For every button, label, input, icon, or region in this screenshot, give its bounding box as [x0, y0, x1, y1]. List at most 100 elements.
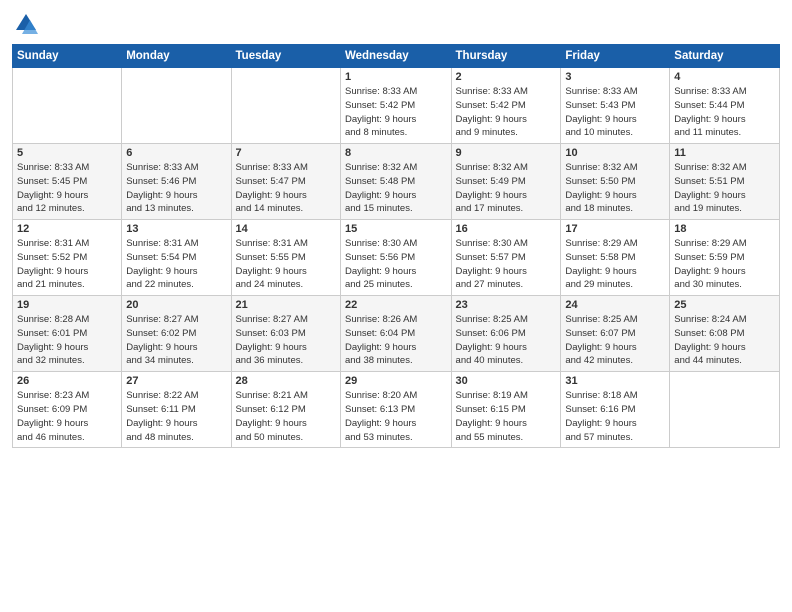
day-number-30: 30 — [456, 375, 557, 387]
day-info-6: Sunrise: 8:33 AMSunset: 5:46 PMDaylight:… — [126, 161, 226, 216]
day-info-21: Sunrise: 8:27 AMSunset: 6:03 PMDaylight:… — [236, 313, 336, 368]
empty-cell — [13, 68, 122, 144]
day-cell-22: 22 Sunrise: 8:26 AMSunset: 6:04 PMDayligh… — [340, 296, 451, 372]
weekday-sunday: Sunday — [13, 45, 122, 68]
day-info-23: Sunrise: 8:25 AMSunset: 6:06 PMDaylight:… — [456, 313, 557, 368]
day-cell-14: 14 Sunrise: 8:31 AMSunset: 5:55 PMDayligh… — [231, 220, 340, 296]
day-info-11: Sunrise: 8:32 AMSunset: 5:51 PMDaylight:… — [674, 161, 775, 216]
day-info-27: Sunrise: 8:22 AMSunset: 6:11 PMDaylight:… — [126, 389, 226, 444]
day-number-10: 10 — [565, 147, 665, 159]
day-number-23: 23 — [456, 299, 557, 311]
day-info-18: Sunrise: 8:29 AMSunset: 5:59 PMDaylight:… — [674, 237, 775, 292]
day-cell-23: 23 Sunrise: 8:25 AMSunset: 6:06 PMDayligh… — [451, 296, 561, 372]
page: SundayMondayTuesdayWednesdayThursdayFrid… — [0, 0, 792, 612]
day-info-10: Sunrise: 8:32 AMSunset: 5:50 PMDaylight:… — [565, 161, 665, 216]
day-cell-28: 28Sunrise: 8:21 AMSunset: 6:12 PMDayligh… — [231, 372, 340, 448]
week-row-5: 26 Sunrise: 8:23 AMSunset: 6:09 PMDayligh… — [13, 372, 780, 448]
day-number-1: 1 — [345, 71, 447, 83]
day-cell-17: 17 Sunrise: 8:29 AMSunset: 5:58 PMDayligh… — [561, 220, 670, 296]
day-number-17: 17 — [565, 223, 665, 235]
day-info-25: Sunrise: 8:24 AMSunset: 6:08 PMDaylight:… — [674, 313, 775, 368]
day-cell-29: 29 Sunrise: 8:20 AMSunset: 6:13 PMDayligh… — [340, 372, 451, 448]
day-cell-19: 19Sunrise: 8:28 AMSunset: 6:01 PMDayligh… — [13, 296, 122, 372]
day-number-13: 13 — [126, 223, 226, 235]
day-cell-8: 8Sunrise: 8:32 AMSunset: 5:48 PMDaylight… — [340, 144, 451, 220]
day-number-29: 29 — [345, 375, 447, 387]
day-cell-18: 18 Sunrise: 8:29 AMSunset: 5:59 PMDayligh… — [670, 220, 780, 296]
calendar-table: SundayMondayTuesdayWednesdayThursdayFrid… — [12, 44, 780, 448]
day-number-24: 24 — [565, 299, 665, 311]
weekday-monday: Monday — [122, 45, 231, 68]
day-number-18: 18 — [674, 223, 775, 235]
empty-cell — [122, 68, 231, 144]
day-number-3: 3 — [565, 71, 665, 83]
day-info-29: Sunrise: 8:20 AMSunset: 6:13 PMDaylight:… — [345, 389, 447, 444]
day-info-15: Sunrise: 8:30 AMSunset: 5:56 PMDaylight:… — [345, 237, 447, 292]
day-cell-24: 24 Sunrise: 8:25 AMSunset: 6:07 PMDayligh… — [561, 296, 670, 372]
day-info-7: Sunrise: 8:33 AMSunset: 5:47 PMDaylight:… — [236, 161, 336, 216]
day-info-16: Sunrise: 8:30 AMSunset: 5:57 PMDaylight:… — [456, 237, 557, 292]
day-info-14: Sunrise: 8:31 AMSunset: 5:55 PMDaylight:… — [236, 237, 336, 292]
day-info-26: Sunrise: 8:23 AMSunset: 6:09 PMDaylight:… — [17, 389, 117, 444]
day-info-17: Sunrise: 8:29 AMSunset: 5:58 PMDaylight:… — [565, 237, 665, 292]
day-number-25: 25 — [674, 299, 775, 311]
weekday-thursday: Thursday — [451, 45, 561, 68]
day-number-31: 31 — [565, 375, 665, 387]
day-cell-15: 15 Sunrise: 8:30 AMSunset: 5:56 PMDayligh… — [340, 220, 451, 296]
day-number-20: 20 — [126, 299, 226, 311]
logo-icon — [12, 10, 40, 38]
day-number-22: 22 — [345, 299, 447, 311]
day-cell-30: 30 Sunrise: 8:19 AMSunset: 6:15 PMDayligh… — [451, 372, 561, 448]
day-number-5: 5 — [17, 147, 117, 159]
day-info-28: Sunrise: 8:21 AMSunset: 6:12 PMDaylight:… — [236, 389, 336, 444]
day-info-31: Sunrise: 8:18 AMSunset: 6:16 PMDaylight:… — [565, 389, 665, 444]
day-cell-2: 2Sunrise: 8:33 AMSunset: 5:42 PMDaylight… — [451, 68, 561, 144]
day-cell-12: 12Sunrise: 8:31 AMSunset: 5:52 PMDayligh… — [13, 220, 122, 296]
day-cell-9: 9 Sunrise: 8:32 AMSunset: 5:49 PMDaylight… — [451, 144, 561, 220]
day-info-5: Sunrise: 8:33 AMSunset: 5:45 PMDaylight:… — [17, 161, 117, 216]
week-row-1: 1 Sunrise: 8:33 AMSunset: 5:42 PMDaylight… — [13, 68, 780, 144]
weekday-header-row: SundayMondayTuesdayWednesdayThursdayFrid… — [13, 45, 780, 68]
logo — [12, 10, 44, 38]
day-number-16: 16 — [456, 223, 557, 235]
day-cell-11: 11 Sunrise: 8:32 AMSunset: 5:51 PMDayligh… — [670, 144, 780, 220]
empty-cell — [670, 372, 780, 448]
day-info-9: Sunrise: 8:32 AMSunset: 5:49 PMDaylight:… — [456, 161, 557, 216]
day-cell-31: 31 Sunrise: 8:18 AMSunset: 6:16 PMDayligh… — [561, 372, 670, 448]
weekday-saturday: Saturday — [670, 45, 780, 68]
day-number-27: 27 — [126, 375, 226, 387]
day-info-4: Sunrise: 8:33 AMSunset: 5:44 PMDaylight:… — [674, 85, 775, 140]
day-info-24: Sunrise: 8:25 AMSunset: 6:07 PMDaylight:… — [565, 313, 665, 368]
day-cell-1: 1 Sunrise: 8:33 AMSunset: 5:42 PMDaylight… — [340, 68, 451, 144]
day-cell-25: 25 Sunrise: 8:24 AMSunset: 6:08 PMDayligh… — [670, 296, 780, 372]
day-cell-6: 6 Sunrise: 8:33 AMSunset: 5:46 PMDaylight… — [122, 144, 231, 220]
day-number-9: 9 — [456, 147, 557, 159]
day-info-20: Sunrise: 8:27 AMSunset: 6:02 PMDaylight:… — [126, 313, 226, 368]
header — [12, 10, 780, 38]
empty-cell — [231, 68, 340, 144]
day-number-4: 4 — [674, 71, 775, 83]
day-info-30: Sunrise: 8:19 AMSunset: 6:15 PMDaylight:… — [456, 389, 557, 444]
day-number-7: 7 — [236, 147, 336, 159]
day-cell-5: 5 Sunrise: 8:33 AMSunset: 5:45 PMDaylight… — [13, 144, 122, 220]
day-number-14: 14 — [236, 223, 336, 235]
day-info-2: Sunrise: 8:33 AMSunset: 5:42 PMDaylight:… — [456, 85, 557, 140]
day-number-8: 8 — [345, 147, 447, 159]
day-info-13: Sunrise: 8:31 AMSunset: 5:54 PMDaylight:… — [126, 237, 226, 292]
day-number-15: 15 — [345, 223, 447, 235]
day-number-6: 6 — [126, 147, 226, 159]
week-row-3: 12Sunrise: 8:31 AMSunset: 5:52 PMDayligh… — [13, 220, 780, 296]
day-number-26: 26 — [17, 375, 117, 387]
day-info-1: Sunrise: 8:33 AMSunset: 5:42 PMDaylight:… — [345, 85, 447, 140]
week-row-2: 5 Sunrise: 8:33 AMSunset: 5:45 PMDaylight… — [13, 144, 780, 220]
day-cell-4: 4 Sunrise: 8:33 AMSunset: 5:44 PMDaylight… — [670, 68, 780, 144]
day-number-12: 12 — [17, 223, 117, 235]
day-number-11: 11 — [674, 147, 775, 159]
day-cell-27: 27 Sunrise: 8:22 AMSunset: 6:11 PMDayligh… — [122, 372, 231, 448]
day-info-19: Sunrise: 8:28 AMSunset: 6:01 PMDaylight:… — [17, 313, 117, 368]
day-cell-13: 13 Sunrise: 8:31 AMSunset: 5:54 PMDayligh… — [122, 220, 231, 296]
day-cell-26: 26 Sunrise: 8:23 AMSunset: 6:09 PMDayligh… — [13, 372, 122, 448]
day-info-22: Sunrise: 8:26 AMSunset: 6:04 PMDaylight:… — [345, 313, 447, 368]
day-cell-16: 16 Sunrise: 8:30 AMSunset: 5:57 PMDayligh… — [451, 220, 561, 296]
week-row-4: 19Sunrise: 8:28 AMSunset: 6:01 PMDayligh… — [13, 296, 780, 372]
